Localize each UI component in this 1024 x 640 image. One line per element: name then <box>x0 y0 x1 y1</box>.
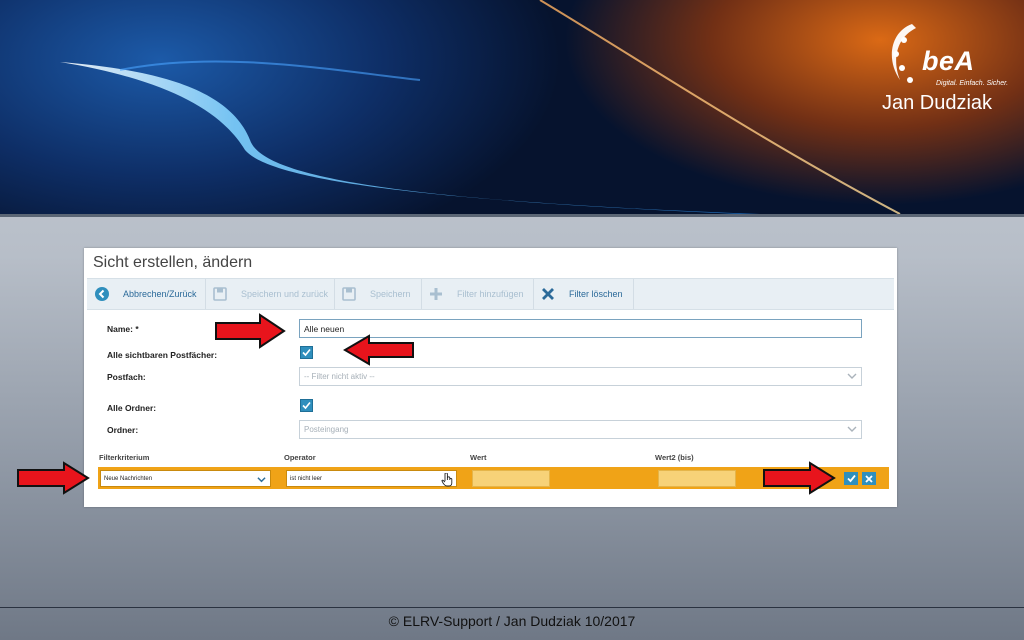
folder-value: Posteingang <box>304 425 349 434</box>
arrow-left-icon <box>343 334 414 366</box>
col-head-value2: Wert2 (bis) <box>655 453 694 462</box>
col-head-criterion: Filterkriterium <box>99 453 150 462</box>
operator-select[interactable]: ist nicht leer <box>286 470 457 487</box>
save-icon <box>342 287 356 301</box>
col-head-operator: Operator <box>284 453 316 462</box>
confirm-filter-button[interactable] <box>844 472 858 485</box>
save-icon <box>213 287 227 301</box>
footer-divider <box>0 607 1024 608</box>
value2-input[interactable] <box>658 470 736 487</box>
save-button[interactable]: Speichern <box>334 279 422 309</box>
value-input[interactable] <box>472 470 550 487</box>
author-name: Jan Dudziak <box>882 92 993 114</box>
footer-copyright: © ELRV-Support / Jan Dudziak 10/2017 <box>388 613 636 629</box>
plus-icon <box>429 287 443 301</box>
save-label: Speichern <box>370 289 411 299</box>
hand-pointer-icon <box>441 473 453 487</box>
banner-arc-graphic <box>60 0 901 214</box>
back-button[interactable]: Abbrechen/Zurück <box>87 279 206 309</box>
delete-filter-label: Filter löschen <box>569 289 623 299</box>
arrow-left-circle-icon <box>95 287 109 301</box>
mailbox-select[interactable]: -- Filter nicht aktiv -- <box>299 367 862 386</box>
header-banner: beA Digital. Einfach. Sicher. Jan Dudzia… <box>0 0 1024 214</box>
toolbar: Abbrechen/Zurück Speichern und zurück Sp… <box>87 278 894 310</box>
name-label: Name: * <box>107 324 139 334</box>
checkmark-icon <box>846 474 856 483</box>
banner-divider <box>0 214 1024 217</box>
chevron-down-icon <box>847 426 857 432</box>
chevron-down-icon <box>257 477 266 483</box>
col-head-value: Wert <box>470 453 487 462</box>
dialog-title: Sicht erstellen, ändern <box>93 254 253 271</box>
add-filter-label: Filter hinzufügen <box>457 289 524 299</box>
close-icon <box>541 287 555 301</box>
logo-tagline: Digital. Einfach. Sicher. <box>936 80 1009 87</box>
criterion-value: Neue Nachrichten <box>104 475 153 482</box>
criterion-select[interactable]: Neue Nachrichten <box>100 470 271 487</box>
add-filter-button[interactable]: Filter hinzufügen <box>421 279 534 309</box>
mailbox-value: -- Filter nicht aktiv -- <box>304 372 375 381</box>
close-icon <box>865 474 873 483</box>
name-value: Alle neuen <box>304 323 345 334</box>
mailbox-label: Postfach: <box>107 372 146 382</box>
save-and-back-button[interactable]: Speichern und zurück <box>205 279 335 309</box>
all-mailboxes-checkbox[interactable] <box>300 346 313 359</box>
delete-filter-button[interactable]: Filter löschen <box>533 279 634 309</box>
chevron-down-icon <box>847 373 857 379</box>
operator-value: ist nicht leer <box>290 475 323 482</box>
all-folders-checkbox[interactable] <box>300 399 313 412</box>
logo-text: beA <box>922 46 975 76</box>
all-mailboxes-label: Alle sichtbaren Postfächer: <box>107 350 218 360</box>
back-label: Abbrechen/Zurück <box>123 289 197 299</box>
folder-label: Ordner: <box>107 425 139 435</box>
arrow-right-icon <box>763 461 836 495</box>
checkmark-icon <box>302 401 311 410</box>
checkmark-icon <box>302 348 311 357</box>
remove-filter-button[interactable] <box>862 472 876 485</box>
all-folders-label: Alle Ordner: <box>107 403 157 413</box>
arrow-right-icon <box>215 313 286 349</box>
save-and-back-label: Speichern und zurück <box>241 289 329 299</box>
arrow-right-icon <box>17 461 90 495</box>
folder-select[interactable]: Posteingang <box>299 420 862 439</box>
bea-logo-icon <box>891 24 916 83</box>
